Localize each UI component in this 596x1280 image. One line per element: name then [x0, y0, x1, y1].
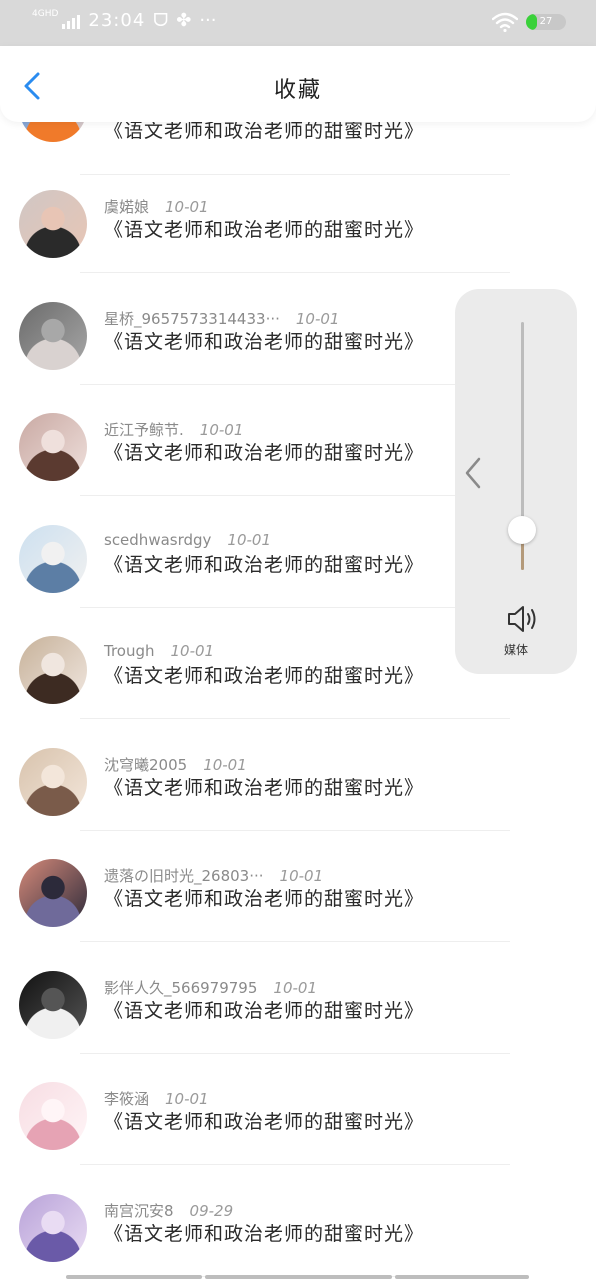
avatar[interactable]: [19, 636, 87, 704]
item-meta: 近江予鲸节. 10-01: [104, 419, 243, 440]
item-title: 《语文老师和政治老师的甜蜜时光》: [104, 554, 425, 576]
avatar[interactable]: [19, 1082, 87, 1150]
volume-slider[interactable]: [508, 322, 536, 570]
item-title: 《语文老师和政治老师的甜蜜时光》: [104, 331, 425, 353]
item-title: 《语文老师和政治老师的甜蜜时光》: [104, 442, 425, 464]
author-name: 沈穹曦2005: [104, 756, 188, 774]
item-date: 10-01: [279, 867, 324, 885]
avatar[interactable]: [19, 190, 87, 258]
speaker-icon: [508, 606, 536, 632]
avatar[interactable]: [19, 413, 87, 481]
list-divider: [80, 941, 510, 942]
chevron-left-icon: [465, 457, 481, 489]
author-name: 李筱涵: [104, 1090, 150, 1108]
list-divider: [80, 1164, 510, 1165]
item-meta: 李筱涵 10-01: [104, 1088, 209, 1109]
avatar[interactable]: [19, 525, 87, 593]
item-meta: 南宫沉安8 09-29: [104, 1200, 233, 1221]
avatar[interactable]: [19, 302, 87, 370]
avatar[interactable]: [19, 748, 87, 816]
volume-panel: 媒体: [455, 289, 577, 674]
page-title: 收藏: [273, 78, 322, 103]
item-meta: Trough 10-01: [104, 642, 214, 660]
item-meta: scedhwasrdgy 10-01: [104, 531, 271, 549]
item-meta: 影伴人久_566979795 10-01: [104, 977, 317, 998]
list-divider: [80, 607, 510, 608]
list-divider: [80, 718, 510, 719]
author-name: 星桥_9657573314433···: [104, 310, 280, 328]
author-name: 影伴人久_566979795: [104, 979, 258, 997]
item-title: 《语文老师和政治老师的甜蜜时光》: [104, 219, 425, 241]
volume-collapse-button[interactable]: [463, 455, 483, 491]
author-name: 近江予鲸节.: [104, 421, 184, 439]
nav-segment: [395, 1275, 529, 1279]
item-meta: 虞婼娘 10-01: [104, 196, 209, 217]
item-title: 《语文老师和政治老师的甜蜜时光》: [104, 1223, 425, 1245]
speaker-button[interactable]: [505, 603, 541, 635]
item-date: 10-01: [165, 1090, 209, 1108]
list-divider: [80, 384, 510, 385]
item-meta: 遗落の旧时光_26803··· 10-01: [104, 865, 323, 886]
item-date: 10-01: [170, 642, 215, 660]
item-title: 《语文老师和政治老师的甜蜜时光》: [104, 1000, 425, 1022]
avatar[interactable]: [19, 1194, 87, 1262]
volume-media-label: 媒体: [503, 643, 528, 657]
item-title: 《语文老师和政治老师的甜蜜时光》: [104, 1111, 425, 1133]
list-divider: [80, 174, 510, 175]
list-divider: [80, 272, 510, 273]
item-title: 《语文老师和政治老师的甜蜜时光》: [104, 888, 425, 910]
item-date: 09-29: [189, 1202, 234, 1220]
item-meta: 沈穹曦2005 10-01: [104, 754, 247, 775]
nav-segment: [205, 1275, 392, 1279]
author-name: 南宫沉安8: [104, 1202, 174, 1220]
item-date: 10-01: [199, 421, 244, 439]
item-date: 10-01: [273, 979, 317, 997]
item-meta: 星桥_9657573314433··· 10-01: [104, 308, 339, 329]
avatar[interactable]: [19, 971, 87, 1039]
list-divider: [80, 830, 510, 831]
item-title: 《语文老师和政治老师的甜蜜时光》: [104, 777, 425, 799]
list-divider: [80, 1053, 510, 1054]
bottom-nav-bar: [0, 1272, 596, 1280]
volume-slider-thumb[interactable]: [508, 516, 536, 545]
list-divider: [80, 495, 510, 496]
author-name: 遗落の旧时光_26803···: [104, 867, 264, 885]
author-name: scedhwasrdgy: [104, 531, 212, 549]
item-date: 10-01: [227, 531, 272, 549]
nav-segment: [66, 1275, 202, 1279]
author-name: Trough: [104, 642, 155, 660]
avatar[interactable]: [19, 859, 87, 927]
item-date: 10-01: [203, 756, 247, 774]
author-name: 虞婼娘: [104, 198, 150, 216]
item-date: 10-01: [165, 198, 209, 216]
page-header: 收藏: [0, 46, 596, 122]
item-date: 10-01: [295, 310, 340, 328]
item-title: 《语文老师和政治老师的甜蜜时光》: [104, 665, 425, 687]
